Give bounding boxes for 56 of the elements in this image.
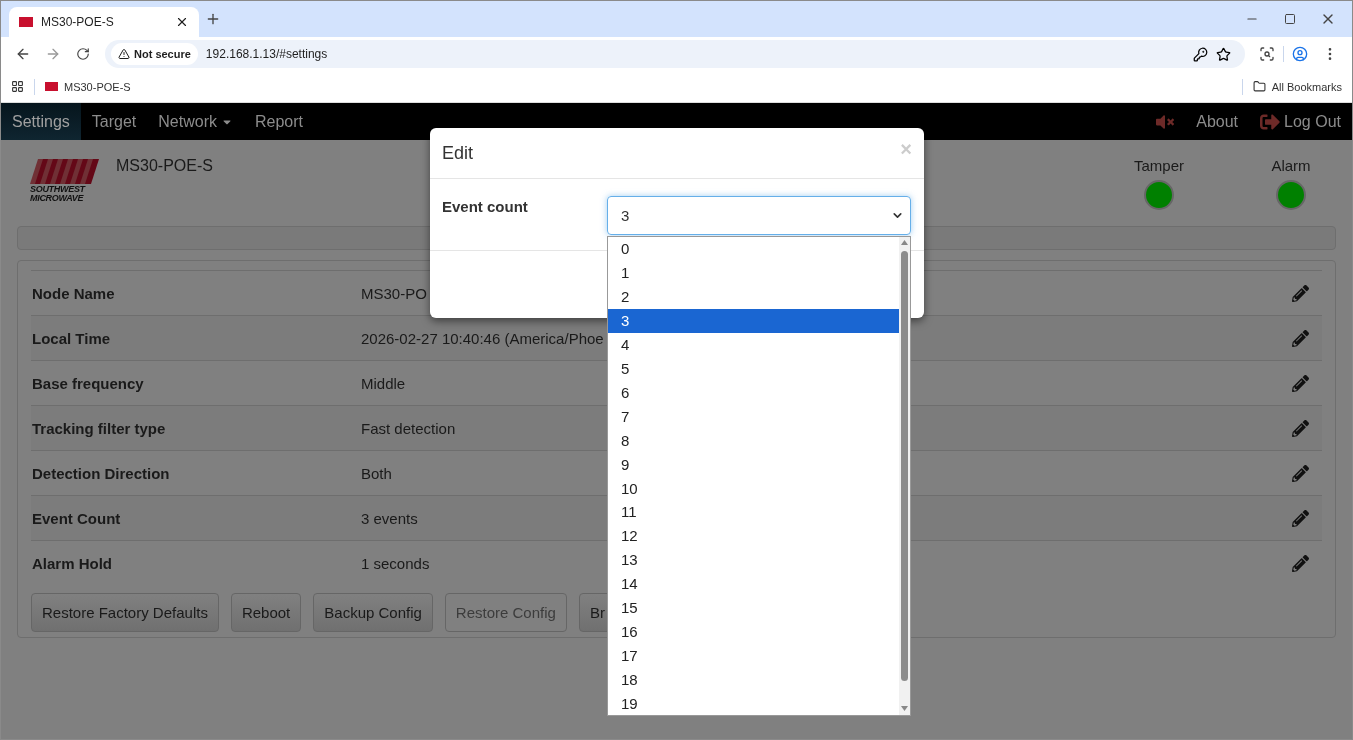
- field-label: Event count: [442, 198, 529, 217]
- pencil-icon[interactable]: [1290, 553, 1310, 573]
- warning-icon: [118, 48, 130, 60]
- action-button[interactable]: Restore Factory Defaults: [31, 593, 219, 632]
- address-bar[interactable]: Not secure 192.168.1.13/#settings: [105, 40, 1245, 68]
- setting-value: Both: [361, 464, 392, 482]
- tab-title: MS30-POE-S: [41, 15, 114, 29]
- setting-label: Detection Direction: [31, 464, 171, 482]
- folder-icon: [1252, 80, 1266, 93]
- event-count-select[interactable]: 3: [607, 196, 911, 235]
- url-text: 192.168.1.13/#settings: [205, 47, 329, 61]
- logout-link[interactable]: Log Out: [1249, 103, 1352, 140]
- security-chip[interactable]: Not secure: [111, 43, 198, 65]
- setting-value: MS30-PO: [361, 284, 427, 302]
- indicator-label: Alarm: [1271, 157, 1311, 174]
- dialog-title: Edit: [442, 142, 474, 164]
- setting-value: Middle: [361, 374, 406, 392]
- action-button[interactable]: Reboot: [230, 593, 302, 632]
- bookmark-star-icon[interactable]: [1216, 46, 1231, 62]
- nav-tab[interactable]: Network: [147, 103, 244, 140]
- all-bookmarks-link[interactable]: All Bookmarks: [1252, 80, 1342, 93]
- scrollbar[interactable]: [899, 237, 910, 715]
- logo-text: MICROWAVE: [30, 194, 85, 203]
- setting-label: Tracking filter type: [31, 419, 167, 437]
- site-logo-icon: [45, 82, 58, 91]
- site-logo-icon: [19, 17, 33, 27]
- setting-label: Event Count: [31, 509, 122, 527]
- nav-tab[interactable]: Report: [243, 103, 314, 140]
- setting-label: Alarm Hold: [31, 554, 113, 572]
- setting-label: Local Time: [31, 329, 112, 347]
- nav-tab[interactable]: Settings: [1, 103, 81, 140]
- pencil-icon[interactable]: [1290, 373, 1310, 393]
- setting-value: 2026-02-27 10:40:46 (America/Phoe: [361, 329, 604, 347]
- pencil-icon[interactable]: [1290, 508, 1310, 528]
- mute-icon: [1156, 112, 1175, 131]
- indicator-label: Tamper: [1134, 157, 1184, 174]
- logo-text: SOUTHWEST: [30, 185, 87, 194]
- nav-tab[interactable]: Target: [80, 103, 148, 140]
- pencil-icon[interactable]: [1290, 418, 1310, 438]
- device-name: MS30-POE-S: [116, 157, 213, 176]
- bookmark-link[interactable]: MS30-POE-S: [45, 80, 131, 93]
- dropdown-option[interactable]: 3: [608, 308, 899, 333]
- key-icon[interactable]: [1193, 46, 1208, 62]
- about-link[interactable]: About: [1185, 103, 1250, 140]
- setting-value: 3 events: [361, 509, 418, 527]
- pencil-icon[interactable]: [1290, 283, 1310, 303]
- apps-grid-icon[interactable]: [11, 80, 24, 93]
- action-button[interactable]: Backup Config: [313, 593, 433, 632]
- pencil-icon[interactable]: [1290, 463, 1310, 483]
- browser-tab[interactable]: MS30-POE-S: [9, 7, 199, 37]
- setting-label: Base frequency: [31, 374, 145, 392]
- setting-label: Node Name: [31, 284, 116, 302]
- close-icon[interactable]: [175, 15, 189, 29]
- pencil-icon[interactable]: [1290, 328, 1310, 348]
- setting-value: Fast detection: [361, 419, 456, 437]
- setting-value: 1 seconds: [361, 554, 430, 572]
